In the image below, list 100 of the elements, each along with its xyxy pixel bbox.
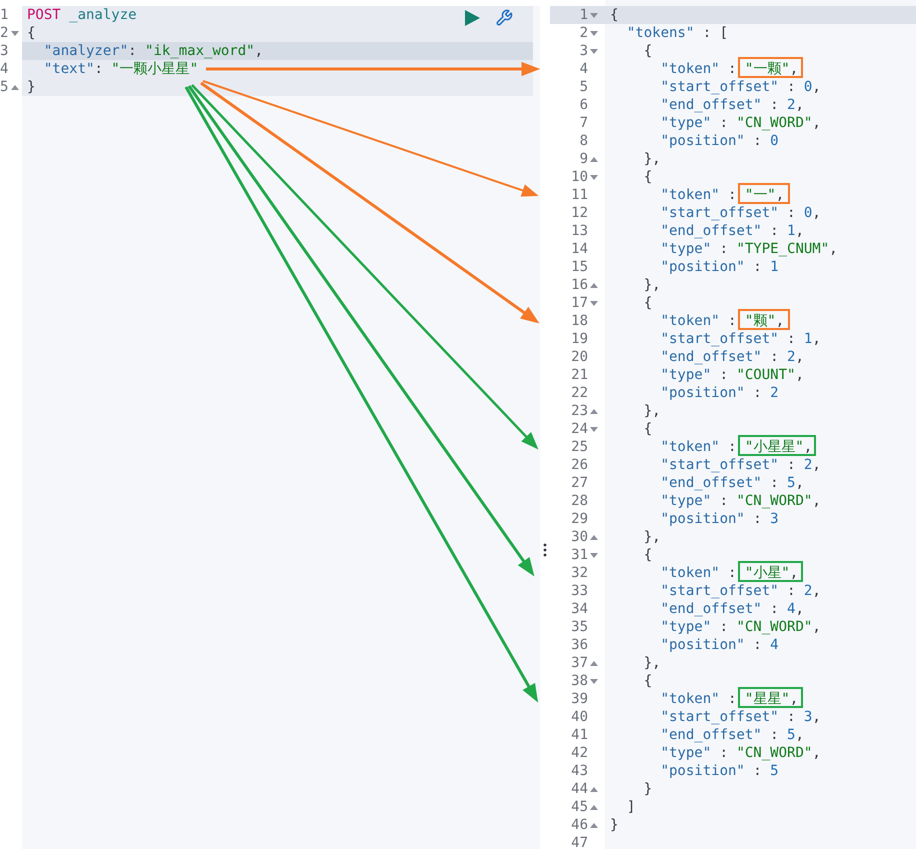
fold-toggle-icon[interactable] — [589, 46, 599, 56]
fold-toggle-icon[interactable] — [589, 10, 599, 20]
code-line: } — [642, 780, 652, 798]
fold-toggle-icon[interactable] — [589, 28, 599, 38]
code-line: { — [642, 42, 652, 60]
line-number: 39 — [571, 690, 588, 708]
line-number: 6 — [580, 96, 588, 114]
code-line: "start_offset" : 0, — [660, 78, 821, 96]
code-line: "end_offset" : 5, — [660, 474, 804, 492]
line-number: 27 — [571, 474, 588, 492]
line-number: 29 — [571, 510, 588, 528]
line-number: 36 — [571, 636, 588, 654]
code-line: } — [27, 78, 36, 96]
line-number: 13 — [571, 222, 588, 240]
code-line: "token" : "一颗", — [660, 60, 798, 78]
fold-toggle-icon[interactable] — [589, 784, 599, 794]
fold-toggle-icon[interactable] — [589, 532, 599, 542]
code-line: "start_offset" : 3, — [660, 708, 821, 726]
line-number: 11 — [571, 186, 588, 204]
code-line: "analyzer": "ik_max_word", — [42, 42, 264, 60]
code-line: "token" : "小星", — [660, 564, 798, 582]
code-line: { — [642, 168, 652, 186]
fold-toggle-icon[interactable] — [589, 658, 599, 668]
line-number: 5 — [580, 78, 588, 96]
drag-handle-icon[interactable] — [543, 543, 547, 557]
fold-toggle-icon[interactable] — [589, 676, 599, 686]
fold-toggle-icon[interactable] — [589, 820, 599, 830]
code-line: "type" : "CN_WORD", — [660, 744, 821, 762]
line-number: 1 — [0, 6, 9, 24]
line-number: 2 — [0, 24, 9, 42]
code-line: }, — [642, 654, 661, 672]
code-line: "position" : 3 — [660, 510, 779, 528]
code-line: POST _analyze — [27, 6, 137, 24]
fold-toggle-icon[interactable] — [589, 424, 599, 434]
code-line: "start_offset" : 2, — [660, 582, 821, 600]
code-line: "end_offset" : 2, — [660, 96, 804, 114]
line-number: 22 — [571, 384, 588, 402]
fold-toggle-icon[interactable] — [10, 82, 20, 92]
code-line: "start_offset" : 0, — [660, 204, 821, 222]
code-line: "end_offset" : 4, — [660, 600, 804, 618]
code-line: "position" : 0 — [660, 132, 779, 150]
code-line: "type" : "CN_WORD", — [660, 114, 821, 132]
code-line: { — [27, 24, 36, 42]
wrench-button[interactable] — [495, 9, 513, 27]
line-number: 33 — [571, 582, 588, 600]
line-number: 18 — [571, 312, 588, 330]
line-number: 35 — [571, 618, 588, 636]
code-line: "text": "一颗小星星" — [42, 60, 198, 78]
code-line: "end_offset" : 1, — [660, 222, 804, 240]
line-number: 14 — [571, 240, 588, 258]
code-line: "token" : "小星星", — [660, 438, 812, 456]
fold-toggle-icon[interactable] — [589, 550, 599, 560]
line-number: 12 — [571, 204, 588, 222]
line-number: 32 — [571, 564, 588, 582]
line-number: 1 — [580, 6, 588, 24]
line-number: 37 — [571, 654, 588, 672]
line-number: 24 — [571, 420, 588, 438]
code-line: "end_offset" : 5, — [660, 726, 804, 744]
code-line: "start_offset" : 1, — [660, 330, 821, 348]
fold-toggle-icon[interactable] — [10, 28, 20, 38]
line-number: 40 — [571, 708, 588, 726]
fold-toggle-icon[interactable] — [589, 172, 599, 182]
line-number: 41 — [571, 726, 588, 744]
line-number: 23 — [571, 402, 588, 420]
code-line: }, — [642, 402, 661, 420]
code-line: { — [642, 420, 652, 438]
fold-toggle-icon[interactable] — [589, 298, 599, 308]
code-line: "start_offset" : 2, — [660, 456, 821, 474]
run-button[interactable] — [463, 9, 481, 27]
code-line: { — [642, 546, 652, 564]
line-number: 17 — [571, 294, 588, 312]
line-number: 26 — [571, 456, 588, 474]
line-number: 2 — [580, 24, 588, 42]
line-number: 9 — [580, 150, 588, 168]
line-number: 46 — [571, 816, 588, 834]
code-line: "token" : "星星", — [660, 690, 798, 708]
fold-toggle-icon[interactable] — [589, 406, 599, 416]
fold-toggle-icon[interactable] — [589, 154, 599, 164]
code-line: }, — [642, 528, 661, 546]
code-line: "tokens" : [ — [626, 24, 728, 42]
code-line: "type" : "CN_WORD", — [660, 618, 821, 636]
code-line: "position" : 5 — [660, 762, 779, 780]
code-line: "end_offset" : 2, — [660, 348, 804, 366]
line-number: 28 — [571, 492, 588, 510]
line-number: 38 — [571, 672, 588, 690]
fold-toggle-icon[interactable] — [589, 280, 599, 290]
code-line: { — [642, 672, 652, 690]
code-line: } — [610, 816, 618, 834]
line-number: 20 — [571, 348, 588, 366]
line-number: 45 — [571, 798, 588, 816]
code-line: "token" : "一", — [660, 186, 784, 204]
code-line: "position" : 1 — [660, 258, 779, 276]
line-number: 47 — [571, 834, 588, 849]
line-number: 34 — [571, 600, 588, 618]
line-number: 44 — [571, 780, 588, 798]
code-line: "type" : "COUNT", — [660, 366, 804, 384]
line-number: 7 — [580, 114, 588, 132]
line-number: 42 — [571, 744, 588, 762]
line-number: 21 — [571, 366, 588, 384]
fold-toggle-icon[interactable] — [589, 802, 599, 812]
